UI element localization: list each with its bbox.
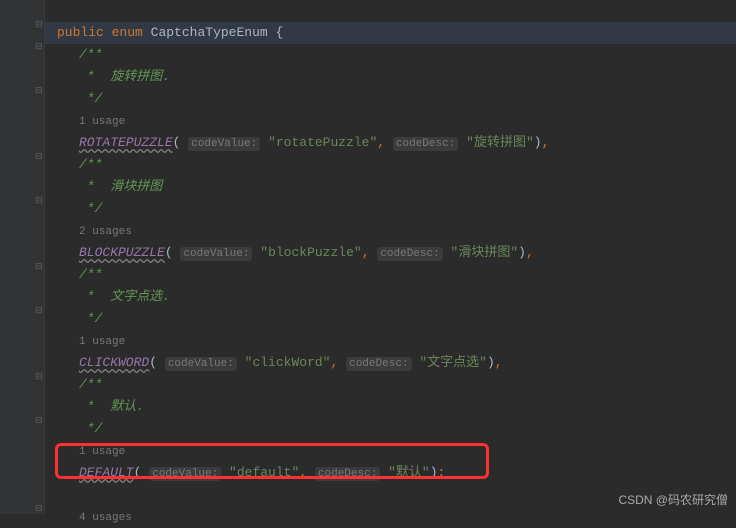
code-editor[interactable]: public enum CaptchaTypeEnum { /** * 旋转拼图… (45, 0, 736, 514)
string-literal: "旋转拼图" (466, 135, 534, 150)
code-line: */ (45, 198, 736, 220)
keyword-enum: enum (112, 25, 143, 40)
code-line: /** (45, 374, 736, 396)
usage-hint: 1 usage (79, 116, 125, 128)
fold-icon[interactable]: ⊟ (35, 86, 45, 96)
enum-constant-line: BLOCKPUZZLE( codeValue: "blockPuzzle", c… (45, 242, 736, 264)
enum-constant: CLICKWORD (79, 355, 149, 370)
string-literal: "clickWord" (245, 355, 331, 370)
fold-icon[interactable]: ⊟ (35, 306, 45, 316)
fold-icon[interactable]: ⊟ (35, 504, 45, 514)
javadoc-text: * 旋转拼图. (79, 69, 170, 84)
javadoc-close: */ (79, 311, 102, 326)
javadoc-open: /** (79, 377, 102, 392)
code-line: * 默认. (45, 396, 736, 418)
usage-hint-line: 1 usage (45, 110, 736, 132)
class-name: CaptchaTypeEnum (151, 25, 268, 40)
code-line: */ (45, 418, 736, 440)
fold-icon[interactable]: ⊟ (35, 20, 45, 30)
usage-hint-line: 2 usages (45, 220, 736, 242)
code-line: /** (45, 44, 736, 66)
string-literal: "默认" (388, 465, 430, 480)
javadoc-text: * 滑块拼图 (79, 179, 162, 194)
fold-icon[interactable]: ⊟ (35, 372, 45, 382)
string-literal: "blockPuzzle" (260, 245, 361, 260)
javadoc-text: * 默认. (79, 399, 144, 414)
fold-icon[interactable]: ⊟ (35, 42, 45, 52)
param-hint: codeValue: (188, 137, 260, 151)
string-literal: "default" (229, 465, 299, 480)
enum-constant-line: CLICKWORD( codeValue: "clickWord", codeD… (45, 352, 736, 374)
enum-constant: BLOCKPUZZLE (79, 245, 165, 260)
open-brace: { (276, 25, 284, 40)
code-line: /** (45, 264, 736, 286)
javadoc-open: /** (79, 47, 102, 62)
fold-icon[interactable]: ⊟ (35, 416, 45, 426)
editor-gutter: ⊟ ⊟ ⊟ ⊟ ⊟ ⊟ ⊟ ⊟ ⊟ ⊟ (0, 0, 45, 514)
usage-hint-line: 4 usages (45, 506, 736, 528)
enum-constant-line: ROTATEPUZZLE( codeValue: "rotatePuzzle",… (45, 132, 736, 154)
javadoc-close: */ (79, 201, 102, 216)
javadoc-close: */ (79, 421, 102, 436)
javadoc-text: * 文字点选. (79, 289, 170, 304)
usage-hint-line: 1 usage (45, 440, 736, 462)
keyword-public: public (57, 25, 104, 40)
fold-icon[interactable]: ⊟ (35, 196, 45, 206)
enum-constant-line: DEFAULT( codeValue: "default", codeDesc:… (45, 462, 736, 484)
javadoc-close: */ (79, 91, 102, 106)
string-literal: "文字点选" (419, 355, 487, 370)
usage-hint: 1 usage (79, 446, 125, 458)
param-hint: codeValue: (180, 247, 252, 261)
code-line: * 滑块拼图 (45, 176, 736, 198)
enum-constant: DEFAULT (79, 465, 134, 480)
enum-constant: ROTATEPUZZLE (79, 135, 173, 150)
code-line: * 文字点选. (45, 286, 736, 308)
code-line: /** (45, 154, 736, 176)
param-hint: codeValue: (165, 357, 237, 371)
code-line: */ (45, 308, 736, 330)
usage-hint: 1 usage (79, 336, 125, 348)
enum-declaration-line: public enum CaptchaTypeEnum { (45, 22, 736, 44)
string-literal: "rotatePuzzle" (268, 135, 377, 150)
param-hint: codeDesc: (377, 247, 442, 261)
fold-icon[interactable]: ⊟ (35, 152, 45, 162)
code-line (45, 0, 736, 22)
javadoc-open: /** (79, 157, 102, 172)
code-line: * 旋转拼图. (45, 66, 736, 88)
param-hint: codeValue: (149, 467, 221, 481)
param-hint: codeDesc: (393, 137, 458, 151)
watermark: CSDN @码农研究僧 (618, 491, 728, 508)
javadoc-open: /** (79, 267, 102, 282)
fold-icon[interactable]: ⊟ (35, 262, 45, 272)
usage-hint: 2 usages (79, 226, 132, 238)
param-hint: codeDesc: (346, 357, 411, 371)
usage-hint-line: 1 usage (45, 330, 736, 352)
string-literal: "滑块拼图" (451, 245, 519, 260)
code-line: */ (45, 88, 736, 110)
param-hint: codeDesc: (315, 467, 380, 481)
